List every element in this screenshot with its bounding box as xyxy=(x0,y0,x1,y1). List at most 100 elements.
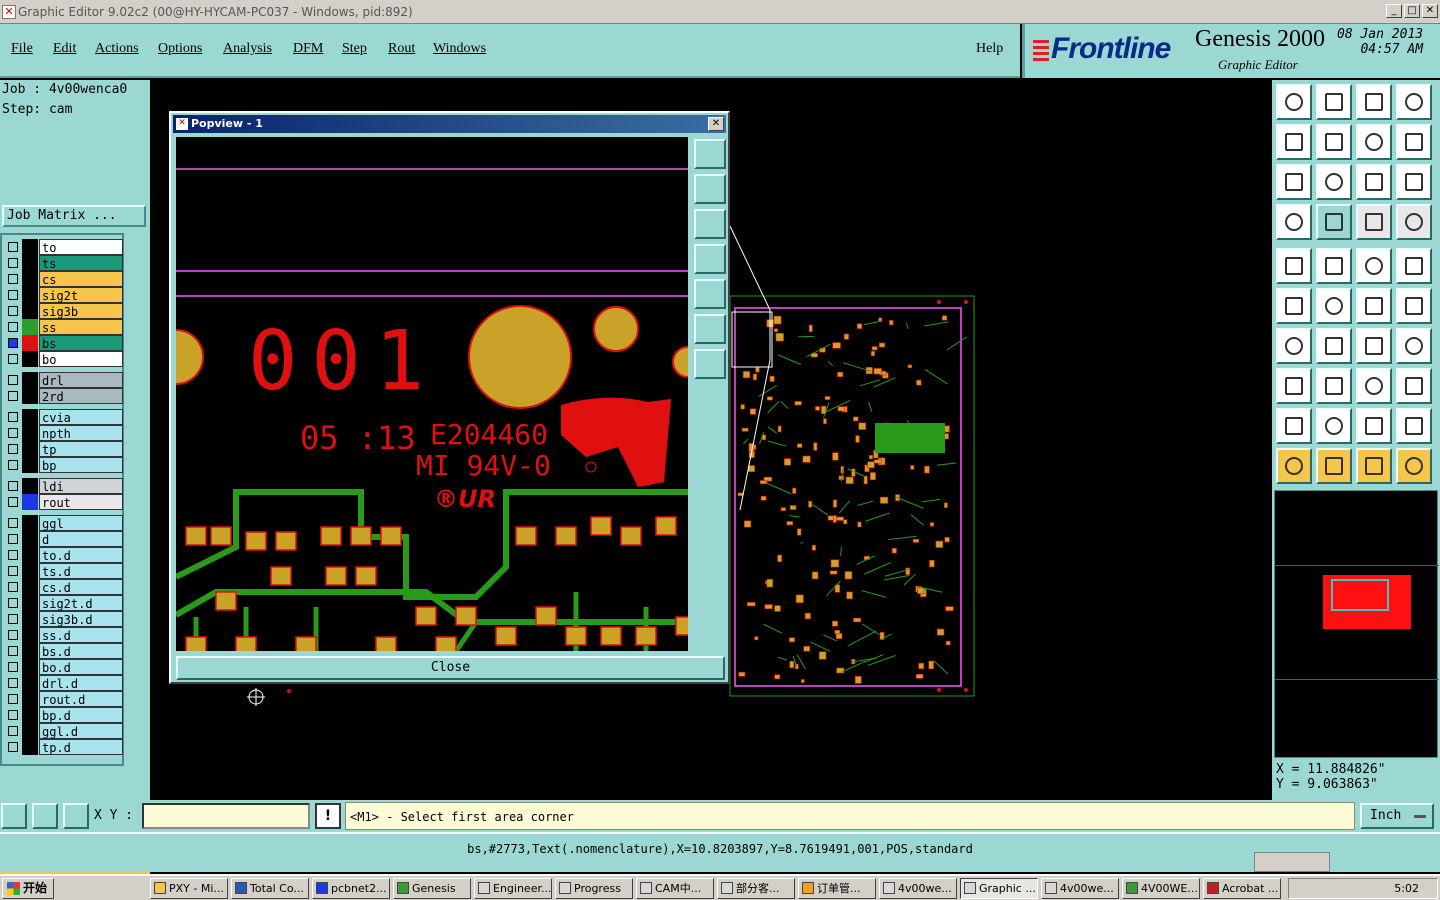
xy-input[interactable] xyxy=(142,803,310,829)
copy-button[interactable] xyxy=(1396,288,1432,324)
layer-name[interactable]: bs xyxy=(39,335,123,351)
taskbar-item[interactable]: 4V00WE... xyxy=(1122,878,1200,899)
layer-name[interactable]: 2rd xyxy=(39,388,123,404)
layer-checkbox[interactable] xyxy=(8,258,18,268)
layer-checkbox[interactable] xyxy=(8,290,18,300)
layer-checkbox[interactable] xyxy=(8,375,18,385)
layer-name[interactable]: bp xyxy=(39,457,123,473)
menu-dfm[interactable]: DFM xyxy=(293,41,323,57)
layer-name[interactable]: tp.d xyxy=(39,739,123,755)
layer-name[interactable]: ldi xyxy=(39,478,123,494)
layer-name[interactable]: ts xyxy=(39,255,123,271)
layer-color-swatch[interactable] xyxy=(22,478,38,494)
layer-checkbox[interactable] xyxy=(8,582,18,592)
split-button[interactable] xyxy=(1396,328,1432,364)
taskbar-item[interactable]: Graphic ... xyxy=(960,878,1038,899)
taskbar-item[interactable]: pcbnet2... xyxy=(312,878,390,899)
layer-row-bo[interactable]: bo xyxy=(4,351,123,367)
menu-options[interactable]: Options xyxy=(158,41,202,57)
undo-zoom-button[interactable] xyxy=(1356,124,1392,160)
layer-name[interactable]: ts.d xyxy=(39,563,123,579)
layer-row-drl-d[interactable]: drl.d xyxy=(4,675,123,691)
layer-checkbox[interactable] xyxy=(8,534,18,544)
layer-color-swatch[interactable] xyxy=(22,675,38,691)
measure-button[interactable] xyxy=(1276,204,1312,240)
layer-checkbox[interactable] xyxy=(8,428,18,438)
menu-windows[interactable]: Windows xyxy=(433,41,486,57)
layer-name[interactable]: npth xyxy=(39,425,123,441)
maximize-button[interactable]: □ xyxy=(1404,4,1420,18)
layer-checkbox[interactable] xyxy=(8,391,18,401)
zoom-extents-button[interactable] xyxy=(1396,84,1432,120)
layer-checkbox[interactable] xyxy=(8,630,18,640)
layer-row-ldi[interactable]: ldi xyxy=(4,478,123,494)
layer-checkbox[interactable] xyxy=(8,481,18,491)
popview-close-x-button[interactable]: ✕ xyxy=(708,117,724,131)
redraw-button[interactable] xyxy=(1396,124,1432,160)
layer-name[interactable]: ggl xyxy=(39,515,123,531)
layer-checkbox[interactable] xyxy=(8,322,18,332)
menu-step[interactable]: Step xyxy=(342,41,367,57)
layer-checkbox[interactable] xyxy=(8,518,18,528)
layer-checkbox[interactable] xyxy=(8,662,18,672)
layer-row-rout[interactable]: rout xyxy=(4,494,123,510)
layer-checkbox[interactable] xyxy=(8,338,18,348)
zoom-in-button[interactable] xyxy=(1316,84,1352,120)
layer-row-sig2t[interactable]: sig2t xyxy=(4,287,123,303)
ime-toolbar[interactable] xyxy=(1254,852,1330,872)
menu-rout[interactable]: Rout xyxy=(388,41,415,57)
layer-name[interactable]: bp.d xyxy=(39,707,123,723)
break-button[interactable] xyxy=(1316,368,1352,404)
layer-color-swatch[interactable] xyxy=(22,643,38,659)
fit-vertical-button[interactable] xyxy=(1276,164,1312,200)
layer-name[interactable]: ggl.d xyxy=(39,723,123,739)
layer-color-swatch[interactable] xyxy=(22,255,38,271)
grid-mode-button[interactable] xyxy=(63,803,89,829)
layer-row-drl[interactable]: drl xyxy=(4,372,123,388)
layer-name[interactable]: sig2t.d xyxy=(39,595,123,611)
layer-row-npth[interactable]: npth xyxy=(4,425,123,441)
select-box-button[interactable] xyxy=(1316,448,1352,484)
layer-row-to-d[interactable]: to.d xyxy=(4,547,123,563)
layer-name[interactable]: to xyxy=(39,239,123,255)
slot-b-button[interactable] xyxy=(1316,408,1352,444)
layer-color-swatch[interactable] xyxy=(22,372,38,388)
slot-c-button[interactable] xyxy=(1356,408,1392,444)
layer-color-swatch[interactable] xyxy=(22,531,38,547)
layer-row-2rd[interactable]: 2rd xyxy=(4,388,123,404)
layer-name[interactable]: sig3b xyxy=(39,303,123,319)
layer-name[interactable]: rout.d xyxy=(39,691,123,707)
edit-line-button[interactable] xyxy=(1316,328,1352,364)
layer-checkbox[interactable] xyxy=(8,274,18,284)
layer-color-swatch[interactable] xyxy=(22,739,38,755)
taskbar-item[interactable]: CAM中... xyxy=(636,878,714,899)
layer-row-tp[interactable]: tp xyxy=(4,441,123,457)
layer-color-swatch[interactable] xyxy=(22,515,38,531)
layer-row-sig2t-d[interactable]: sig2t.d xyxy=(4,595,123,611)
measure-mode-button[interactable] xyxy=(32,803,58,829)
zoom-home-button[interactable] xyxy=(1276,84,1312,120)
menu-actions[interactable]: Actions xyxy=(95,41,139,57)
layer-checkbox[interactable] xyxy=(8,242,18,252)
slot-a-button[interactable] xyxy=(1276,408,1312,444)
snap-b-button[interactable] xyxy=(1396,204,1432,240)
layer-checkbox[interactable] xyxy=(8,646,18,656)
pv-zoom-in-button[interactable] xyxy=(694,314,726,344)
alert-icon[interactable]: ! xyxy=(315,803,341,829)
layer-color-swatch[interactable] xyxy=(22,335,38,351)
layer-name[interactable]: bo xyxy=(39,351,123,367)
pv-zoom-out-button[interactable] xyxy=(694,349,726,379)
add-surface-button[interactable] xyxy=(1356,248,1392,284)
scale-1-1-button[interactable] xyxy=(1356,164,1392,200)
layer-row-ts[interactable]: ts xyxy=(4,255,123,271)
layer-color-swatch[interactable] xyxy=(22,287,38,303)
layer-color-swatch[interactable] xyxy=(22,388,38,404)
menu-file[interactable]: File xyxy=(11,41,33,57)
taskbar-item[interactable]: Acrobat ... xyxy=(1203,878,1281,899)
layer-color-swatch[interactable] xyxy=(22,271,38,287)
select-button[interactable] xyxy=(1276,448,1312,484)
layer-name[interactable]: cs.d xyxy=(39,579,123,595)
line-tool-button[interactable] xyxy=(1276,328,1312,364)
taskbar-item[interactable]: 部分客... xyxy=(717,878,795,899)
layer-row-rout-d[interactable]: rout.d xyxy=(4,691,123,707)
